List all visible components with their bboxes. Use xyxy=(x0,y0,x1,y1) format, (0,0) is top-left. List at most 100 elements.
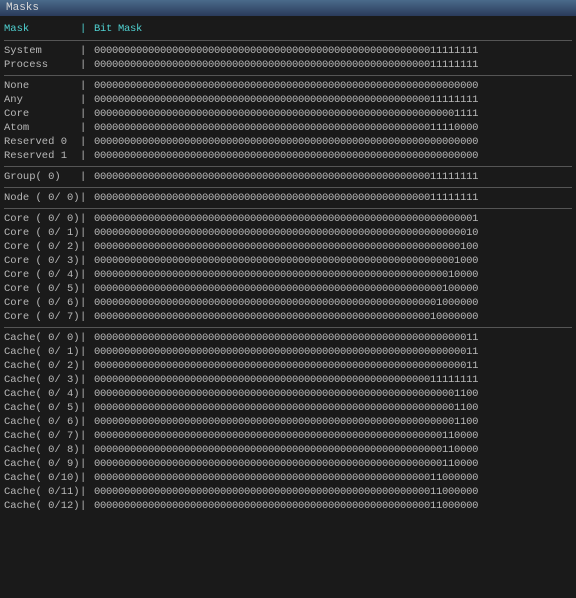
row-separator: | xyxy=(80,255,94,267)
window-titlebar[interactable]: Masks xyxy=(0,0,576,17)
bit-mask-value: 0000000000000000000000000000000000000000… xyxy=(94,346,572,358)
row-separator: | xyxy=(80,311,94,323)
mask-label: Any xyxy=(4,94,80,106)
table-row: Cache( 0/ 4)| 00000000000000000000000000… xyxy=(4,387,572,401)
row-separator: | xyxy=(80,500,94,512)
mask-label: Core ( 0/ 6) xyxy=(4,297,80,309)
row-separator: | xyxy=(80,430,94,442)
bit-mask-value: 0000000000000000000000000000000000000000… xyxy=(94,255,572,267)
table-row: Reserved 1| 0000000000000000000000000000… xyxy=(4,149,572,163)
table-row: Any| 00000000000000000000000000000000000… xyxy=(4,93,572,107)
row-separator: | xyxy=(80,444,94,456)
bit-mask-value: 0000000000000000000000000000000000000000… xyxy=(94,472,572,484)
table-row: Group( 0)| 00000000000000000000000000000… xyxy=(4,170,572,184)
row-separator: | xyxy=(80,297,94,309)
mask-label: Core ( 0/ 0) xyxy=(4,213,80,225)
table-row: Reserved 0| 0000000000000000000000000000… xyxy=(4,135,572,149)
mask-label: Cache( 0/11) xyxy=(4,486,80,498)
row-separator: | xyxy=(80,486,94,498)
divider xyxy=(4,187,572,188)
row-separator: | xyxy=(80,374,94,386)
bit-mask-value: 0000000000000000000000000000000000000000… xyxy=(94,311,572,323)
mask-label: Core ( 0/ 3) xyxy=(4,255,80,267)
row-separator: | xyxy=(80,136,94,148)
table-row: Cache( 0/ 5)| 00000000000000000000000000… xyxy=(4,401,572,415)
header-col-mask: Mask xyxy=(4,23,80,35)
bit-mask-value: 0000000000000000000000000000000000000000… xyxy=(94,269,572,281)
row-separator: | xyxy=(80,458,94,470)
bit-mask-value: 0000000000000000000000000000000000000000… xyxy=(94,45,572,57)
bit-mask-value: 0000000000000000000000000000000000000000… xyxy=(94,458,572,470)
table-row: Core ( 0/ 4)| 00000000000000000000000000… xyxy=(4,268,572,282)
row-separator: | xyxy=(80,416,94,428)
row-separator: | xyxy=(80,171,94,183)
bit-mask-value: 0000000000000000000000000000000000000000… xyxy=(94,150,572,162)
header-col-bitmask: Bit Mask xyxy=(94,23,572,35)
table-row: Core ( 0/ 7)| 00000000000000000000000000… xyxy=(4,310,572,324)
mask-label: Core ( 0/ 7) xyxy=(4,311,80,323)
divider xyxy=(4,40,572,41)
table-header: Mask | Bit Mask xyxy=(4,21,572,37)
bit-mask-value: 0000000000000000000000000000000000000000… xyxy=(94,332,572,344)
table-row: Core ( 0/ 2)| 00000000000000000000000000… xyxy=(4,240,572,254)
mask-label: Cache( 0/ 5) xyxy=(4,402,80,414)
table-row: Core ( 0/ 3)| 00000000000000000000000000… xyxy=(4,254,572,268)
row-separator: | xyxy=(80,388,94,400)
row-separator: | xyxy=(80,332,94,344)
table-row: Core ( 0/ 5)| 00000000000000000000000000… xyxy=(4,282,572,296)
bit-mask-value: 0000000000000000000000000000000000000000… xyxy=(94,297,572,309)
mask-label: Core ( 0/ 5) xyxy=(4,283,80,295)
table-row: Cache( 0/ 9)| 00000000000000000000000000… xyxy=(4,457,572,471)
mask-label: Core ( 0/ 4) xyxy=(4,269,80,281)
mask-label: Cache( 0/ 1) xyxy=(4,346,80,358)
mask-label: Cache( 0/10) xyxy=(4,472,80,484)
mask-label: Reserved 0 xyxy=(4,136,80,148)
mask-label: Cache( 0/ 2) xyxy=(4,360,80,372)
mask-label: Process xyxy=(4,59,80,71)
bit-mask-value: 0000000000000000000000000000000000000000… xyxy=(94,108,572,120)
row-separator: | xyxy=(80,122,94,134)
mask-label: Atom xyxy=(4,122,80,134)
mask-label: Cache( 0/ 7) xyxy=(4,430,80,442)
table-row: Atom| 0000000000000000000000000000000000… xyxy=(4,121,572,135)
row-separator: | xyxy=(80,45,94,57)
mask-label: Group( 0) xyxy=(4,171,80,183)
table-row: Node ( 0/ 0)| 00000000000000000000000000… xyxy=(4,191,572,205)
mask-label: Node ( 0/ 0) xyxy=(4,192,80,204)
row-separator: | xyxy=(80,213,94,225)
bit-mask-value: 0000000000000000000000000000000000000000… xyxy=(94,122,572,134)
table-row: Core| 0000000000000000000000000000000000… xyxy=(4,107,572,121)
mask-label: Cache( 0/ 6) xyxy=(4,416,80,428)
bit-mask-value: 0000000000000000000000000000000000000000… xyxy=(94,388,572,400)
masks-table: Mask | Bit Mask System| 0000000000000000… xyxy=(0,17,576,521)
row-separator: | xyxy=(80,346,94,358)
bit-mask-value: 0000000000000000000000000000000000000000… xyxy=(94,402,572,414)
bit-mask-value: 0000000000000000000000000000000000000000… xyxy=(94,283,572,295)
row-separator: | xyxy=(80,472,94,484)
bit-mask-value: 0000000000000000000000000000000000000000… xyxy=(94,192,572,204)
table-row: Cache( 0/11)| 00000000000000000000000000… xyxy=(4,485,572,499)
window-title: Masks xyxy=(6,2,39,14)
divider xyxy=(4,208,572,209)
table-row: Core ( 0/ 6)| 00000000000000000000000000… xyxy=(4,296,572,310)
bit-mask-value: 0000000000000000000000000000000000000000… xyxy=(94,213,572,225)
table-row: Cache( 0/ 6)| 00000000000000000000000000… xyxy=(4,415,572,429)
divider xyxy=(4,166,572,167)
bit-mask-value: 0000000000000000000000000000000000000000… xyxy=(94,500,572,512)
mask-label: Cache( 0/12) xyxy=(4,500,80,512)
bit-mask-value: 0000000000000000000000000000000000000000… xyxy=(94,171,572,183)
bit-mask-value: 0000000000000000000000000000000000000000… xyxy=(94,430,572,442)
row-separator: | xyxy=(80,269,94,281)
mask-label: Cache( 0/ 8) xyxy=(4,444,80,456)
table-row: Cache( 0/ 8)| 00000000000000000000000000… xyxy=(4,443,572,457)
mask-label: Cache( 0/ 9) xyxy=(4,458,80,470)
table-row: Cache( 0/12)| 00000000000000000000000000… xyxy=(4,499,572,513)
row-separator: | xyxy=(80,108,94,120)
mask-label: Cache( 0/ 3) xyxy=(4,374,80,386)
bit-mask-value: 0000000000000000000000000000000000000000… xyxy=(94,444,572,456)
table-row: Core ( 0/ 1)| 00000000000000000000000000… xyxy=(4,226,572,240)
row-separator: | xyxy=(80,283,94,295)
mask-label: Reserved 1 xyxy=(4,150,80,162)
divider xyxy=(4,327,572,328)
table-row: Cache( 0/ 0)| 00000000000000000000000000… xyxy=(4,331,572,345)
